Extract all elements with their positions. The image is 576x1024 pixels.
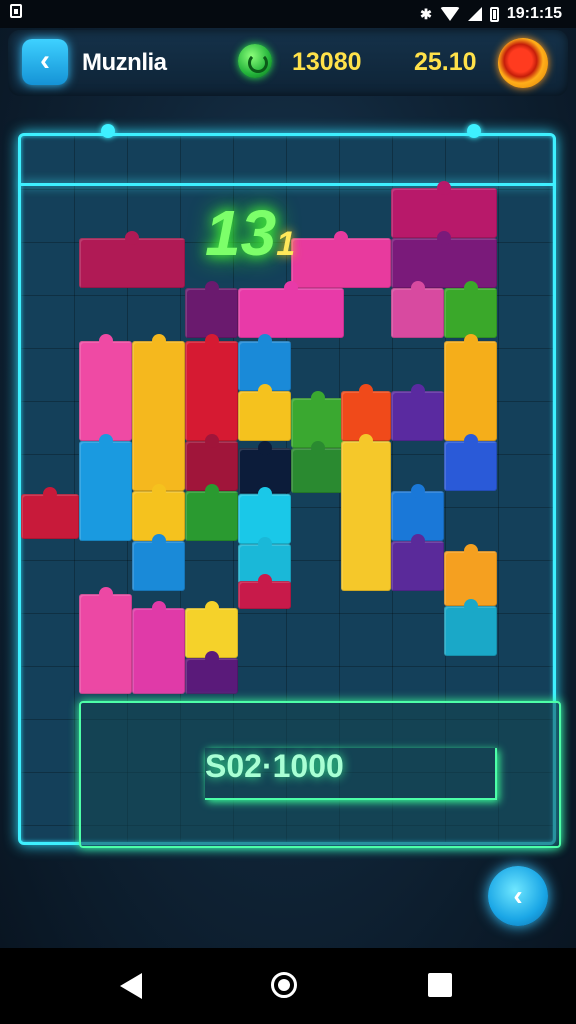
puzzle-piece[interactable]: [444, 434, 497, 491]
bluetooth-icon: ✱: [420, 5, 432, 22]
puzzle-piece[interactable]: [391, 281, 444, 338]
puzzle-piece[interactable]: [238, 384, 291, 441]
game-title: Muznlia: [82, 49, 167, 76]
sim-card-icon: [10, 4, 22, 18]
green-gem-icon: [238, 44, 272, 78]
puzzle-piece[interactable]: [391, 534, 444, 591]
puzzle-piece[interactable]: [444, 544, 497, 606]
nav-home-icon[interactable]: [271, 972, 297, 998]
puzzle-piece[interactable]: [79, 434, 132, 541]
score-value: 13080: [292, 48, 362, 76]
puzzle-piece[interactable]: [444, 281, 497, 338]
status-bar: ✱ 19:1:15: [0, 0, 576, 28]
puzzle-piece[interactable]: [185, 334, 238, 441]
puzzle-piece[interactable]: [291, 441, 344, 493]
back-arrow-icon: ‹: [513, 880, 523, 911]
puzzle-piece[interactable]: [132, 334, 185, 491]
puzzle-piece[interactable]: [444, 599, 497, 656]
target-text: S02·1000: [205, 748, 344, 784]
puzzle-piece[interactable]: [132, 534, 185, 591]
nav-recents-icon[interactable]: [428, 973, 452, 997]
undo-button[interactable]: ‹: [488, 866, 548, 926]
puzzle-piece[interactable]: [132, 601, 185, 694]
nav-back-icon[interactable]: [120, 973, 142, 999]
puzzle-piece[interactable]: [185, 651, 238, 694]
puzzle-piece[interactable]: [79, 231, 185, 288]
cell-signal-icon: [467, 7, 482, 21]
puzzle-piece[interactable]: [79, 587, 132, 694]
puzzle-piece[interactable]: [391, 231, 497, 288]
puzzle-piece[interactable]: [185, 484, 238, 541]
puzzle-piece[interactable]: [79, 334, 132, 441]
back-arrow-icon: ‹: [40, 43, 50, 77]
board-top-line: [21, 183, 553, 186]
game-screen: ✱ 19:1:15 ‹ Muznlia 13080 25.10 131 S02·…: [0, 0, 576, 1024]
target-panel: S02·1000: [79, 701, 561, 848]
puzzle-piece[interactable]: [185, 281, 238, 338]
fire-orb-button[interactable]: [498, 38, 548, 88]
combo-number: 131: [205, 197, 296, 269]
puzzle-piece[interactable]: [444, 334, 497, 441]
battery-icon: [489, 6, 499, 22]
puzzle-piece[interactable]: [238, 281, 344, 338]
back-button[interactable]: ‹: [22, 39, 68, 85]
puzzle-piece[interactable]: [391, 384, 444, 441]
puzzle-piece[interactable]: [21, 487, 79, 539]
board-knob: [467, 124, 481, 138]
puzzle-board[interactable]: 131 S02·1000: [18, 124, 561, 848]
board-knob: [101, 124, 115, 138]
timer-value: 25.10: [414, 48, 477, 76]
puzzle-piece[interactable]: [341, 434, 391, 591]
top-bar: ‹ Muznlia 13080 25.10: [8, 30, 568, 96]
wifi-icon: [439, 7, 460, 21]
android-nav-bar: [0, 948, 576, 1024]
puzzle-piece[interactable]: [238, 574, 291, 609]
clock: 19:1:15: [506, 5, 562, 22]
